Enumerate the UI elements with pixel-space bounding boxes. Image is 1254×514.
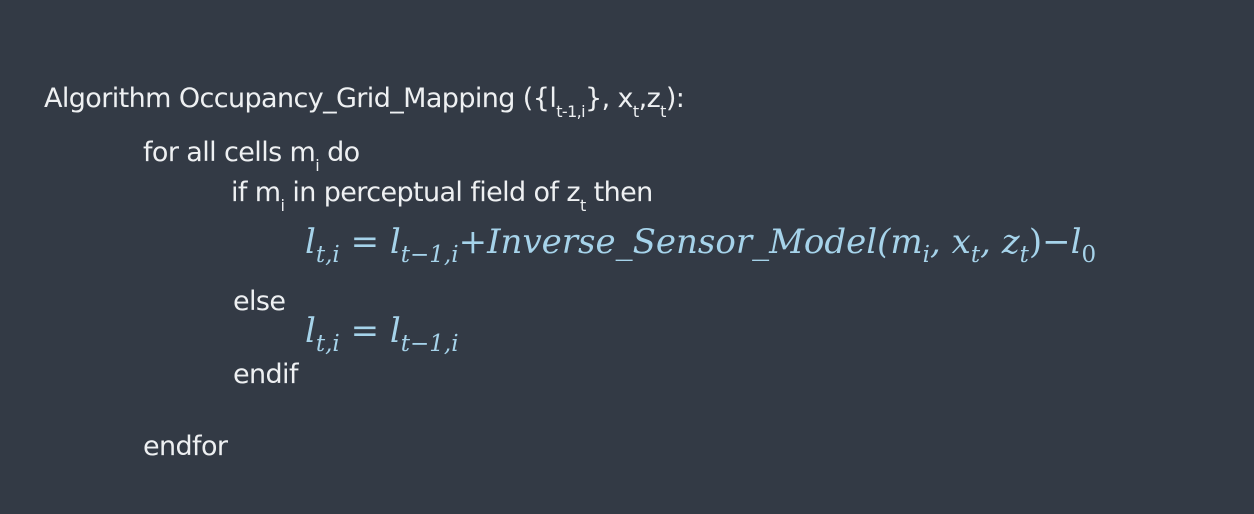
f-sub: t−1,i xyxy=(400,331,459,357)
f-eq: = xyxy=(339,311,390,351)
f-l: l xyxy=(305,311,316,351)
if-text: in perceptual field of z xyxy=(284,177,580,208)
f-comma: , xyxy=(930,222,952,262)
header-sub: t-1,i xyxy=(556,102,585,121)
endfor-label: endfor xyxy=(143,431,228,462)
f-l: l xyxy=(389,222,401,262)
if-sub: t xyxy=(579,196,586,215)
f-minus: − xyxy=(1042,222,1071,262)
header-text: ): xyxy=(665,83,685,114)
endif-label: endif xyxy=(233,359,298,390)
else-label: else xyxy=(233,286,286,317)
f-plus: + xyxy=(458,222,488,262)
f-sub: t,i xyxy=(315,331,340,357)
f-sub: t−1,i xyxy=(400,242,459,268)
f-comma: , xyxy=(980,222,1002,262)
f-sub: t,i xyxy=(315,242,340,268)
for-line: for all cells mi do xyxy=(143,137,360,175)
f-l: l xyxy=(1070,222,1082,262)
f-l: l xyxy=(305,222,316,262)
f-sub: i xyxy=(922,242,930,268)
f-x: x xyxy=(951,222,971,262)
f-m: m xyxy=(890,222,923,262)
f-l: l xyxy=(389,311,401,351)
header-sub: t xyxy=(632,102,639,121)
header-sub: t xyxy=(660,102,666,121)
for-text: for all cells m xyxy=(143,137,316,168)
if-sub: i xyxy=(280,196,285,215)
algorithm-header: Algorithm Occupancy_Grid_Mapping ({lt-1,… xyxy=(44,83,685,121)
for-sub: i xyxy=(315,156,320,175)
f-eq: = xyxy=(339,222,390,262)
for-text: do xyxy=(319,137,360,168)
f-fn: Inverse_Sensor_Model( xyxy=(487,222,891,262)
if-text: if m xyxy=(231,177,281,208)
f-z: z xyxy=(1001,222,1020,262)
update-formula: lt,i = lt−1,i+Inverse_Sensor_Model(mi, x… xyxy=(305,222,1096,268)
f-sub: t xyxy=(970,242,981,268)
f-close: ) xyxy=(1028,222,1043,262)
header-text: }, x xyxy=(584,83,634,114)
if-text: then xyxy=(585,177,654,208)
header-text: Algorithm Occupancy_Grid_Mapping ({l xyxy=(44,83,557,114)
f-sub: t xyxy=(1019,242,1029,268)
f-sub: 0 xyxy=(1081,242,1097,268)
header-text: ,z xyxy=(638,83,661,114)
else-formula: lt,i = lt−1,i xyxy=(305,311,459,357)
if-line: if mi in perceptual field of zt then xyxy=(231,177,654,215)
